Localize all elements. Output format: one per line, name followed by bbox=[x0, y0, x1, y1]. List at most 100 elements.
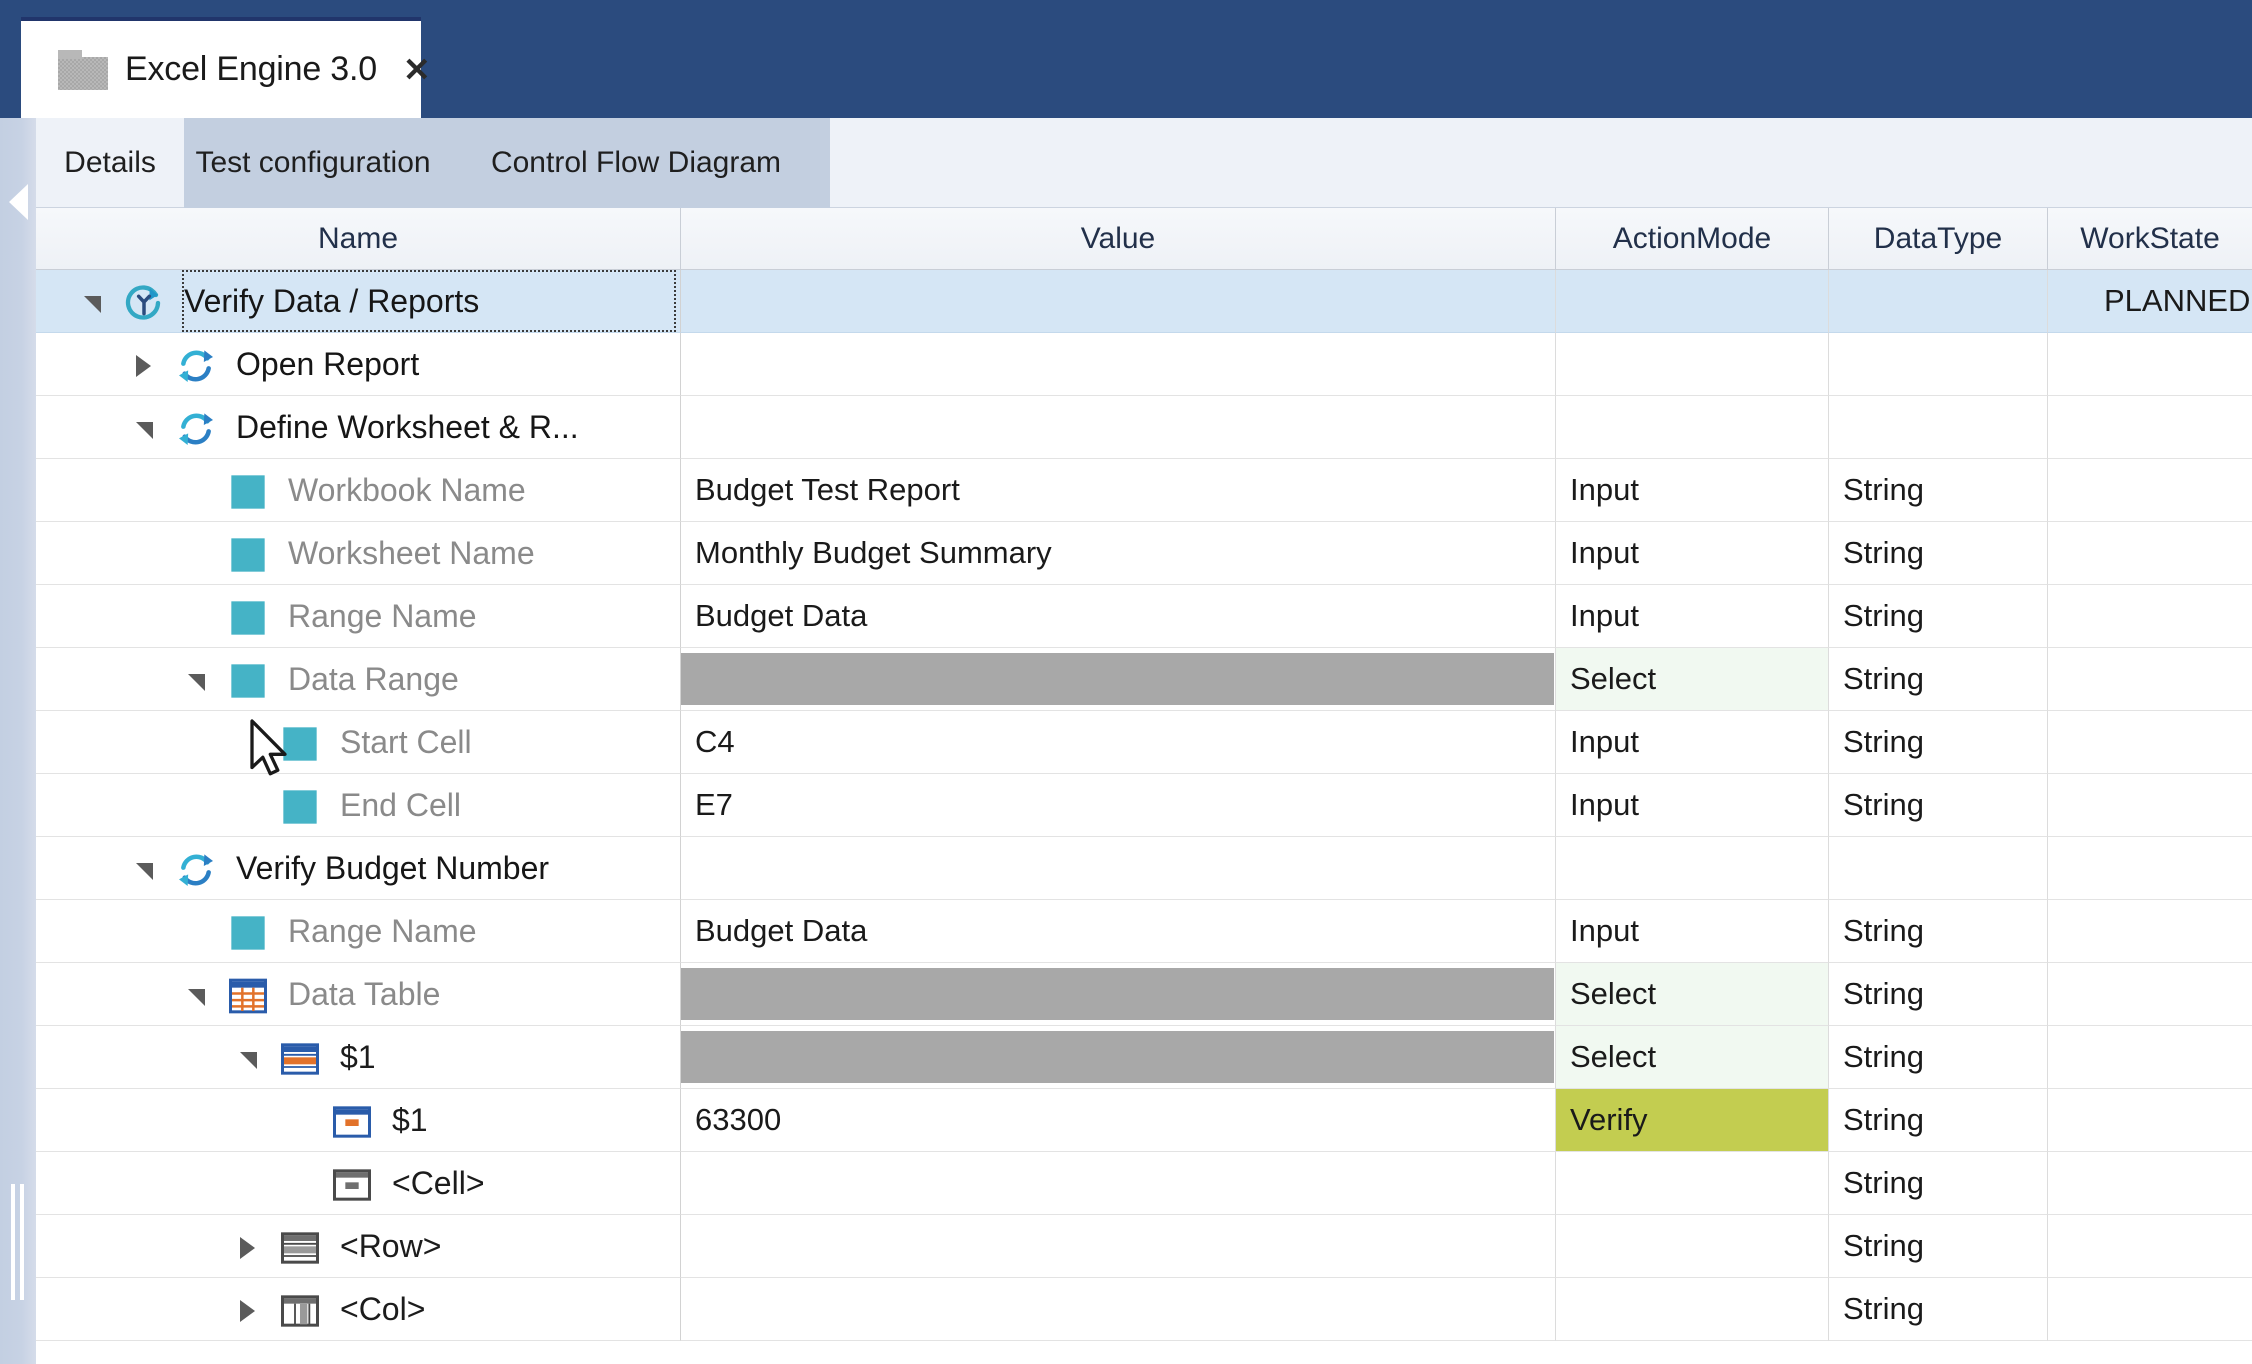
table-row[interactable]: <Col> String bbox=[36, 1278, 2252, 1341]
cell-name[interactable]: End Cell bbox=[36, 774, 681, 837]
cell-workstate[interactable] bbox=[2048, 1215, 2252, 1278]
cell-name[interactable]: Range Name bbox=[36, 900, 681, 963]
table-row[interactable]: Define Worksheet & R... bbox=[36, 396, 2252, 459]
cell-name[interactable]: <Row> bbox=[36, 1215, 681, 1278]
cell-workstate[interactable] bbox=[2048, 900, 2252, 963]
table-row[interactable]: Verify Budget Number bbox=[36, 837, 2252, 900]
cell-actionmode[interactable] bbox=[1556, 396, 1829, 459]
column-header-workstate[interactable]: WorkState bbox=[2048, 208, 2252, 269]
cell-actionmode[interactable] bbox=[1556, 270, 1829, 333]
table-row[interactable]: Worksheet Name Monthly Budget Summary Inpu… bbox=[36, 522, 2252, 585]
cell-actionmode[interactable]: Select bbox=[1556, 963, 1829, 1026]
chevron-down-icon[interactable] bbox=[240, 1052, 257, 1069]
table-row[interactable]: Range Name Budget Data Input String bbox=[36, 585, 2252, 648]
tab-details[interactable]: Details bbox=[36, 118, 184, 208]
triangle-left-icon[interactable] bbox=[9, 184, 28, 220]
cell-datatype[interactable]: String bbox=[1829, 459, 2048, 522]
table-row[interactable]: End Cell E7 Input String bbox=[36, 774, 2252, 837]
table-row[interactable]: Range Name Budget Data Input String bbox=[36, 900, 2252, 963]
cell-actionmode[interactable]: Select bbox=[1556, 1026, 1829, 1089]
cell-datatype[interactable] bbox=[1829, 837, 2048, 900]
cell-name[interactable]: Open Report bbox=[36, 333, 681, 396]
cell-value[interactable] bbox=[681, 837, 1556, 900]
cell-datatype[interactable]: String bbox=[1829, 522, 2048, 585]
cell-workstate[interactable] bbox=[2048, 648, 2252, 711]
cell-workstate[interactable]: PLANNED bbox=[2048, 270, 2252, 333]
cell-workstate[interactable] bbox=[2048, 1089, 2252, 1152]
table-row[interactable]: Verify Data / Reports PLANNED bbox=[36, 270, 2252, 333]
cell-actionmode[interactable]: Input bbox=[1556, 711, 1829, 774]
chevron-right-icon[interactable] bbox=[136, 355, 151, 377]
cell-workstate[interactable] bbox=[2048, 711, 2252, 774]
column-header-datatype[interactable]: DataType bbox=[1829, 208, 2048, 269]
cell-name[interactable]: Range Name bbox=[36, 585, 681, 648]
cell-value[interactable]: Budget Data bbox=[681, 900, 1556, 963]
cell-datatype[interactable] bbox=[1829, 333, 2048, 396]
cell-value[interactable] bbox=[681, 333, 1556, 396]
chevron-down-icon[interactable] bbox=[84, 296, 101, 313]
cell-workstate[interactable] bbox=[2048, 522, 2252, 585]
cell-name[interactable]: Define Worksheet & R... bbox=[36, 396, 681, 459]
document-tab[interactable]: Excel Engine 3.0 ✕ bbox=[21, 17, 431, 118]
cell-actionmode[interactable]: Input bbox=[1556, 522, 1829, 585]
cell-name[interactable]: <Col> bbox=[36, 1278, 681, 1341]
close-icon[interactable]: ✕ bbox=[403, 53, 431, 86]
cell-name[interactable]: Verify Data / Reports bbox=[36, 270, 681, 333]
cell-name[interactable]: Worksheet Name bbox=[36, 522, 681, 585]
chevron-down-icon[interactable] bbox=[188, 989, 205, 1006]
cell-value[interactable] bbox=[681, 963, 1556, 1026]
cell-actionmode[interactable]: Input bbox=[1556, 774, 1829, 837]
cell-value[interactable]: Monthly Budget Summary bbox=[681, 522, 1556, 585]
cell-name[interactable]: $1 bbox=[36, 1089, 681, 1152]
cell-workstate[interactable] bbox=[2048, 774, 2252, 837]
cell-actionmode[interactable]: Select bbox=[1556, 648, 1829, 711]
cell-value[interactable]: 63300 bbox=[681, 1089, 1556, 1152]
tab-control-flow-diagram[interactable]: Control Flow Diagram bbox=[442, 118, 830, 208]
cell-actionmode[interactable]: Input bbox=[1556, 900, 1829, 963]
chevron-down-icon[interactable] bbox=[136, 863, 153, 880]
cell-datatype[interactable]: String bbox=[1829, 774, 2048, 837]
cell-datatype[interactable]: String bbox=[1829, 1278, 2048, 1341]
cell-workstate[interactable] bbox=[2048, 333, 2252, 396]
cell-name[interactable]: Data Table bbox=[36, 963, 681, 1026]
cell-actionmode[interactable] bbox=[1556, 1152, 1829, 1215]
cell-value[interactable]: Budget Test Report bbox=[681, 459, 1556, 522]
cell-name[interactable]: $1 bbox=[36, 1026, 681, 1089]
table-row[interactable]: <Cell> String bbox=[36, 1152, 2252, 1215]
value-placeholder-bar[interactable] bbox=[681, 968, 1554, 1020]
drag-grip-icon[interactable] bbox=[11, 1184, 25, 1300]
cell-datatype[interactable]: String bbox=[1829, 1026, 2048, 1089]
table-row[interactable]: Open Report bbox=[36, 333, 2252, 396]
cell-datatype[interactable]: String bbox=[1829, 711, 2048, 774]
cell-workstate[interactable] bbox=[2048, 459, 2252, 522]
cell-workstate[interactable] bbox=[2048, 963, 2252, 1026]
cell-datatype[interactable]: String bbox=[1829, 900, 2048, 963]
cell-workstate[interactable] bbox=[2048, 396, 2252, 459]
cell-value[interactable] bbox=[681, 396, 1556, 459]
chevron-right-icon[interactable] bbox=[240, 1300, 255, 1322]
value-placeholder-bar[interactable] bbox=[681, 653, 1554, 705]
table-row[interactable]: $1 Select String bbox=[36, 1026, 2252, 1089]
value-placeholder-bar[interactable] bbox=[681, 1031, 1554, 1083]
cell-value[interactable] bbox=[681, 648, 1556, 711]
chevron-down-icon[interactable] bbox=[136, 422, 153, 439]
cell-datatype[interactable]: String bbox=[1829, 1152, 2048, 1215]
cell-datatype[interactable]: String bbox=[1829, 1215, 2048, 1278]
cell-workstate[interactable] bbox=[2048, 1278, 2252, 1341]
table-row[interactable]: <Row> String bbox=[36, 1215, 2252, 1278]
column-header-name[interactable]: Name bbox=[36, 208, 681, 269]
cell-workstate[interactable] bbox=[2048, 585, 2252, 648]
table-row[interactable]: Workbook Name Budget Test Report Input Stri… bbox=[36, 459, 2252, 522]
cell-value[interactable] bbox=[681, 1152, 1556, 1215]
cell-value[interactable]: E7 bbox=[681, 774, 1556, 837]
cell-value[interactable] bbox=[681, 270, 1556, 333]
table-row[interactable]: $1 63300 Verify String bbox=[36, 1089, 2252, 1152]
cell-actionmode[interactable]: Input bbox=[1556, 585, 1829, 648]
left-collapse-rail[interactable] bbox=[0, 118, 36, 1364]
cell-name[interactable]: Workbook Name bbox=[36, 459, 681, 522]
cell-value[interactable]: C4 bbox=[681, 711, 1556, 774]
cell-name[interactable]: Data Range bbox=[36, 648, 681, 711]
tab-test-configuration[interactable]: Test configuration bbox=[184, 118, 442, 208]
cell-value[interactable] bbox=[681, 1278, 1556, 1341]
cell-datatype[interactable]: String bbox=[1829, 1089, 2048, 1152]
